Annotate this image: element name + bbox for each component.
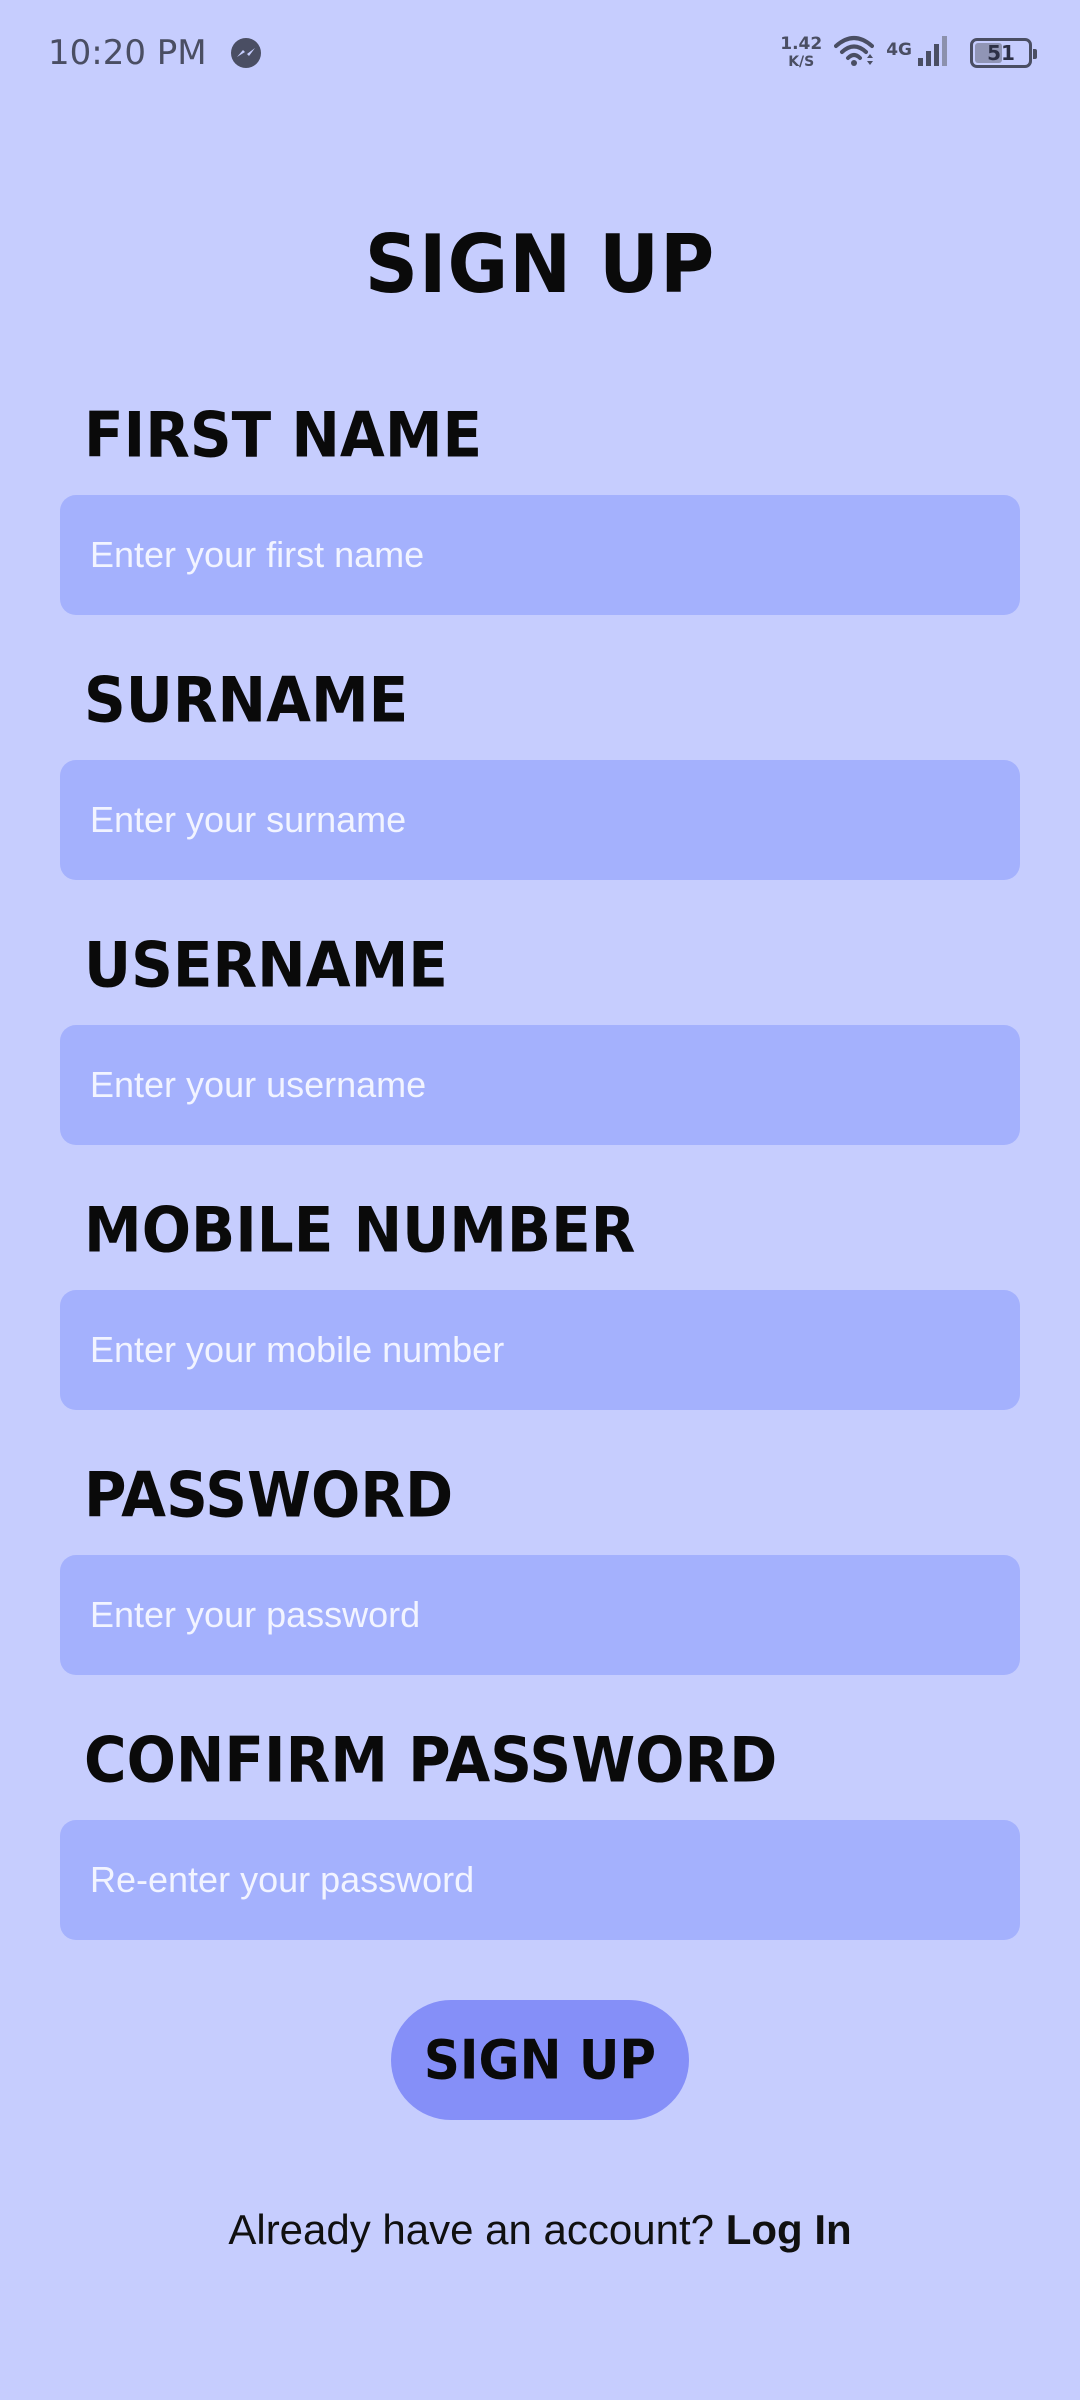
mobile-number-label: MOBILE NUMBER xyxy=(84,1193,636,1267)
status-time: 10:20 PM xyxy=(48,33,207,73)
signup-button[interactable]: SIGN UP xyxy=(391,2000,689,2120)
network-speed: 1.42 K/S xyxy=(780,35,822,71)
messenger-icon xyxy=(229,36,263,70)
confirm-password-input[interactable] xyxy=(60,1820,1020,1940)
signup-button-label: SIGN UP xyxy=(423,2028,657,2092)
surname-label: SURNAME xyxy=(84,663,409,737)
cell-type-label: 4G xyxy=(886,39,912,60)
confirm-password-label: CONFIRM PASSWORD xyxy=(84,1723,778,1797)
surname-input[interactable] xyxy=(60,760,1020,880)
status-right: 1.42 K/S 4G 51 xyxy=(780,34,1037,73)
network-speed-value: 1.42 xyxy=(780,34,823,54)
login-link[interactable]: Log In xyxy=(726,2206,852,2253)
username-label: USERNAME xyxy=(84,928,448,1002)
login-prompt-row: Already have an account? Log In xyxy=(0,2206,1080,2254)
status-bar: 10:20 PM 1.42 K/S 4G 51 xyxy=(0,0,1080,106)
password-label: PASSWORD xyxy=(84,1458,454,1532)
status-left: 10:20 PM xyxy=(48,33,263,73)
password-input[interactable] xyxy=(60,1555,1020,1675)
username-input[interactable] xyxy=(60,1025,1020,1145)
login-prompt-text: Already have an account? xyxy=(228,2206,715,2253)
network-speed-unit: K/S xyxy=(788,54,815,70)
first-name-label: FIRST NAME xyxy=(84,398,483,472)
mobile-number-input[interactable] xyxy=(60,1290,1020,1410)
first-name-input[interactable] xyxy=(60,495,1020,615)
signal-icon xyxy=(916,34,950,73)
page-title: SIGN UP xyxy=(364,218,716,312)
wifi-icon xyxy=(834,34,875,73)
battery-level: 51 xyxy=(987,41,1015,65)
battery-icon: 51 xyxy=(970,38,1037,68)
